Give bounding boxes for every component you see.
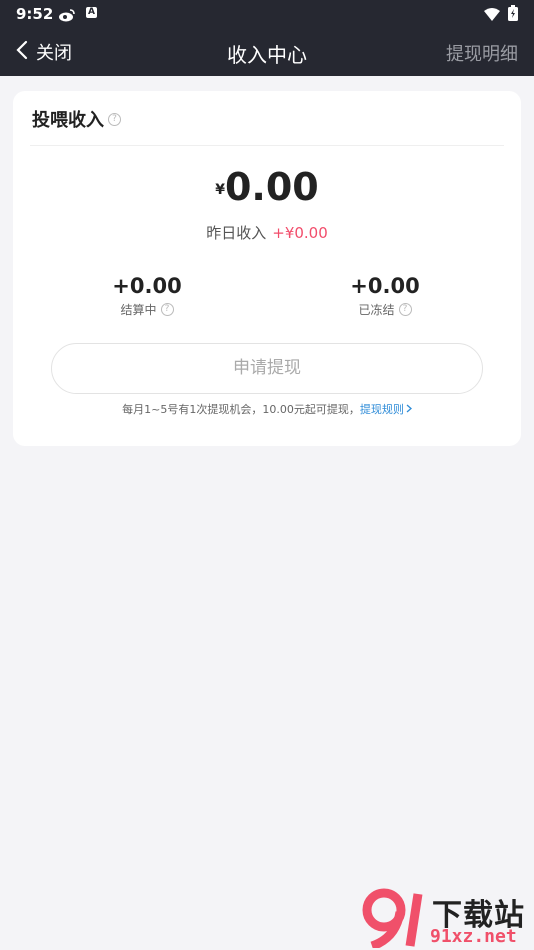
withdraw-rules-link[interactable]: 提现规则 <box>360 403 412 416</box>
yesterday-label: 昨日收入 <box>206 224 267 242</box>
apply-withdraw-button[interactable]: 申请提现 <box>51 343 483 394</box>
wifi-icon <box>484 6 500 25</box>
battery-icon <box>508 5 518 25</box>
divider <box>30 145 504 146</box>
status-time: 9:52 <box>16 5 54 23</box>
top-bar: 9:52 A 关闭 收入中心 提现明细 <box>0 0 534 76</box>
frozen-label: 已冻结 <box>358 303 395 317</box>
frozen-value: +0.00 <box>350 274 420 298</box>
help-icon[interactable]: ? <box>108 112 121 126</box>
income-card: 投喂收入 ? ¥0.00 昨日收入 +¥0.00 +0.00 结算中 ? +0.0… <box>13 91 521 446</box>
amount-value: 0.00 <box>224 165 319 209</box>
app-notification-icon: A <box>86 7 97 18</box>
frozen-stat: +0.00 已冻结 ? <box>305 274 465 318</box>
watermark-site: 91xz.net <box>430 926 517 947</box>
navigation-bar: 关闭 收入中心 提现明细 <box>0 28 534 76</box>
settling-stat: +0.00 结算中 ? <box>67 274 227 318</box>
yesterday-value: +¥0.00 <box>272 224 328 242</box>
withdraw-details-link[interactable]: 提现明细 <box>446 40 518 66</box>
withdraw-note: 每月1~5号有1次提现机会，10.00元起可提现，提现规则 <box>13 401 521 417</box>
card-title: 投喂收入 <box>32 110 104 131</box>
yesterday-income: 昨日收入 +¥0.00 <box>13 222 521 243</box>
settling-help-icon[interactable]: ? <box>160 303 174 316</box>
frozen-help-icon[interactable]: ? <box>398 303 412 316</box>
watermark-logo <box>362 888 430 950</box>
site-watermark: 下载站 91xz.net <box>362 888 534 950</box>
withdraw-note-text: 每月1~5号有1次提现机会，10.00元起可提现， <box>122 403 360 416</box>
withdraw-rules-label: 提现规则 <box>359 403 404 416</box>
settling-label: 结算中 <box>120 303 157 317</box>
currency-symbol: ¥ <box>215 182 225 198</box>
settling-value: +0.00 <box>112 274 182 298</box>
status-bar: 9:52 A <box>0 0 534 28</box>
card-header: 投喂收入 ? <box>32 106 121 132</box>
chevron-right-icon <box>406 404 412 413</box>
total-amount: ¥0.00 <box>13 165 521 209</box>
weibo-icon <box>58 7 76 26</box>
